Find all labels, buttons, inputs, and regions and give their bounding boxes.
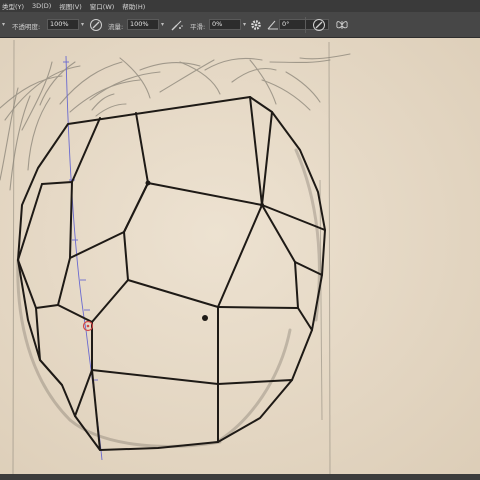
gear-icon[interactable] [249,18,263,32]
menu-item-type[interactable]: 类型(Y) [2,1,24,11]
menu-item-view[interactable]: 视图(V) [59,1,82,11]
butterfly-symmetry-icon[interactable] [335,18,349,32]
menu-item-3d[interactable]: 3D(D) [32,2,51,10]
menu-bar: 类型(Y) 3D(D) 视图(V) 窗口(W) 帮助(H) [0,0,480,12]
menu-item-window[interactable]: 窗口(W) [90,1,115,11]
pen-pressure-size-icon[interactable] [312,18,326,32]
airbrush-icon[interactable] [170,18,184,32]
opacity-label: 不透明度: [12,23,41,31]
smoothing-field[interactable]: 0% [209,19,241,30]
flow-field[interactable]: 100% [127,19,159,30]
document-canvas[interactable] [0,38,480,475]
flow-label: 流量: [108,23,124,31]
status-strip [0,474,480,480]
pen-pressure-icon[interactable] [89,18,103,32]
smoothing-label: 平滑: [190,23,206,31]
opacity-dropdown-icon[interactable]: ▾ [81,21,84,28]
menu-item-help[interactable]: 帮助(H) [122,1,145,11]
opacity-field[interactable]: 100% [47,19,79,30]
smoothing-dropdown-icon[interactable]: ▾ [243,21,246,28]
angle-icon [267,20,278,30]
tool-options-bar: ▾ 不透明度: 100% ▾ 流量: 100% ▾ 平滑: 0% ▾ 0° [0,12,480,38]
sketch-artwork [0,38,480,475]
brush-mode-caret-icon[interactable]: ▾ [2,21,5,28]
flow-dropdown-icon[interactable]: ▾ [161,21,164,28]
options-separator [305,17,306,33]
